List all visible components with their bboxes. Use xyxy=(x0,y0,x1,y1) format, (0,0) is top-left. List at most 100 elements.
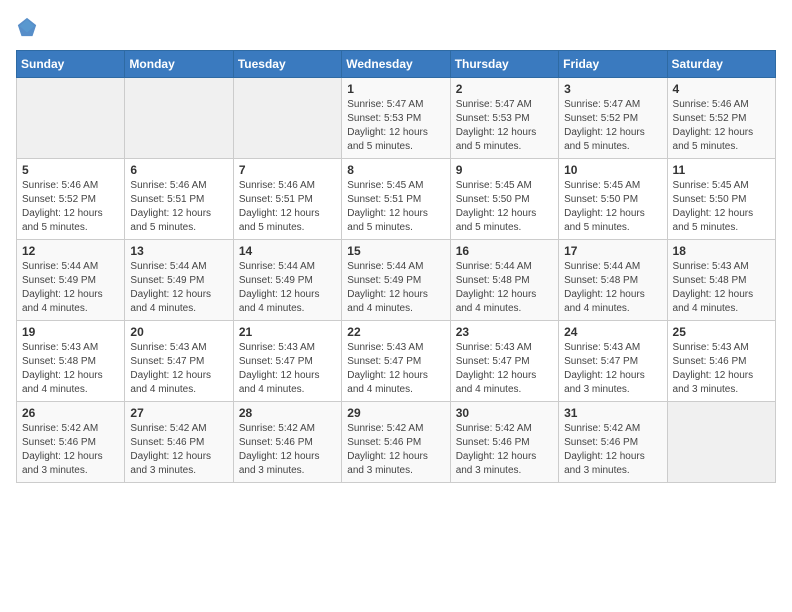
day-info: Sunrise: 5:47 AM Sunset: 5:53 PM Dayligh… xyxy=(347,98,444,154)
calendar-cell: 2Sunrise: 5:47 AM Sunset: 5:53 PM Daylig… xyxy=(450,78,558,159)
day-info: Sunrise: 5:44 AM Sunset: 5:49 PM Dayligh… xyxy=(347,260,444,316)
day-info: Sunrise: 5:44 AM Sunset: 5:49 PM Dayligh… xyxy=(22,260,119,316)
day-info: Sunrise: 5:46 AM Sunset: 5:51 PM Dayligh… xyxy=(130,179,227,235)
day-info: Sunrise: 5:43 AM Sunset: 5:48 PM Dayligh… xyxy=(22,341,119,397)
day-info: Sunrise: 5:45 AM Sunset: 5:50 PM Dayligh… xyxy=(564,179,661,235)
calendar-cell xyxy=(667,402,775,483)
day-number: 22 xyxy=(347,325,444,339)
calendar-cell: 27Sunrise: 5:42 AM Sunset: 5:46 PM Dayli… xyxy=(125,402,233,483)
day-info: Sunrise: 5:47 AM Sunset: 5:53 PM Dayligh… xyxy=(456,98,553,154)
calendar-cell xyxy=(17,78,125,159)
day-info: Sunrise: 5:46 AM Sunset: 5:52 PM Dayligh… xyxy=(22,179,119,235)
day-number: 29 xyxy=(347,406,444,420)
weekday-header-wednesday: Wednesday xyxy=(342,51,450,78)
day-number: 12 xyxy=(22,244,119,258)
calendar-cell: 19 Sunrise: 5:43 AM Sunset: 5:48 PM Dayli… xyxy=(17,321,125,402)
day-number: 10 xyxy=(564,163,661,177)
calendar-cell: 6 Sunrise: 5:46 AM Sunset: 5:51 PM Daylig… xyxy=(125,159,233,240)
calendar-cell: 7 Sunrise: 5:46 AM Sunset: 5:51 PM Daylig… xyxy=(233,159,341,240)
day-number: 5 xyxy=(22,163,119,177)
calendar-cell xyxy=(233,78,341,159)
weekday-header-tuesday: Tuesday xyxy=(233,51,341,78)
calendar-body: 1 Sunrise: 5:47 AM Sunset: 5:53 PM Daylig… xyxy=(17,78,776,483)
day-number: 26 xyxy=(22,406,119,420)
day-number: 15 xyxy=(347,244,444,258)
calendar-cell: 3Sunrise: 5:47 AM Sunset: 5:52 PM Daylig… xyxy=(559,78,667,159)
day-number: 31 xyxy=(564,406,661,420)
calendar-cell: 4Sunrise: 5:46 AM Sunset: 5:52 PM Daylig… xyxy=(667,78,775,159)
calendar-cell: 10 Sunrise: 5:45 AM Sunset: 5:50 PM Dayli… xyxy=(559,159,667,240)
calendar-cell: 31 Sunrise: 5:42 AM Sunset: 5:46 PM Dayli… xyxy=(559,402,667,483)
calendar-cell: 11 Sunrise: 5:45 AM Sunset: 5:50 PM Dayli… xyxy=(667,159,775,240)
day-number: 24 xyxy=(564,325,661,339)
day-info: Sunrise: 5:43 AM Sunset: 5:47 PM Dayligh… xyxy=(130,341,227,397)
day-number: 25 xyxy=(673,325,770,339)
calendar-cell: 1 Sunrise: 5:47 AM Sunset: 5:53 PM Daylig… xyxy=(342,78,450,159)
day-info: Sunrise: 5:43 AM Sunset: 5:48 PM Dayligh… xyxy=(673,260,770,316)
day-info: Sunrise: 5:44 AM Sunset: 5:48 PM Dayligh… xyxy=(564,260,661,316)
day-number: 27 xyxy=(130,406,227,420)
day-info: Sunrise: 5:44 AM Sunset: 5:49 PM Dayligh… xyxy=(130,260,227,316)
day-info: Sunrise: 5:42 AM Sunset: 5:46 PM Dayligh… xyxy=(239,422,336,478)
calendar-cell: 30 Sunrise: 5:42 AM Sunset: 5:46 PM Dayli… xyxy=(450,402,558,483)
logo xyxy=(16,16,42,38)
calendar-cell: 26 Sunrise: 5:42 AM Sunset: 5:46 PM Dayli… xyxy=(17,402,125,483)
calendar-cell: 29Sunrise: 5:42 AM Sunset: 5:46 PM Dayli… xyxy=(342,402,450,483)
day-info: Sunrise: 5:45 AM Sunset: 5:50 PM Dayligh… xyxy=(673,179,770,235)
day-info: Sunrise: 5:45 AM Sunset: 5:50 PM Dayligh… xyxy=(456,179,553,235)
day-number: 28 xyxy=(239,406,336,420)
day-info: Sunrise: 5:43 AM Sunset: 5:47 PM Dayligh… xyxy=(456,341,553,397)
calendar-cell: 17 Sunrise: 5:44 AM Sunset: 5:48 PM Dayli… xyxy=(559,240,667,321)
day-info: Sunrise: 5:42 AM Sunset: 5:46 PM Dayligh… xyxy=(456,422,553,478)
calendar-cell: 28 Sunrise: 5:42 AM Sunset: 5:46 PM Dayli… xyxy=(233,402,341,483)
weekday-header-saturday: Saturday xyxy=(667,51,775,78)
calendar-week-5: 26 Sunrise: 5:42 AM Sunset: 5:46 PM Dayli… xyxy=(17,402,776,483)
day-info: Sunrise: 5:45 AM Sunset: 5:51 PM Dayligh… xyxy=(347,179,444,235)
day-info: Sunrise: 5:46 AM Sunset: 5:51 PM Dayligh… xyxy=(239,179,336,235)
calendar-week-2: 5 Sunrise: 5:46 AM Sunset: 5:52 PM Daylig… xyxy=(17,159,776,240)
calendar-cell: 23Sunrise: 5:43 AM Sunset: 5:47 PM Dayli… xyxy=(450,321,558,402)
day-number: 11 xyxy=(673,163,770,177)
day-info: Sunrise: 5:43 AM Sunset: 5:47 PM Dayligh… xyxy=(564,341,661,397)
page-header xyxy=(16,16,776,38)
day-number: 7 xyxy=(239,163,336,177)
calendar-cell: 21 Sunrise: 5:43 AM Sunset: 5:47 PM Dayli… xyxy=(233,321,341,402)
day-number: 19 xyxy=(22,325,119,339)
calendar-cell: 24 Sunrise: 5:43 AM Sunset: 5:47 PM Dayli… xyxy=(559,321,667,402)
day-number: 13 xyxy=(130,244,227,258)
calendar-table: SundayMondayTuesdayWednesdayThursdayFrid… xyxy=(16,50,776,483)
day-number: 9 xyxy=(456,163,553,177)
calendar-cell: 18Sunrise: 5:43 AM Sunset: 5:48 PM Dayli… xyxy=(667,240,775,321)
day-info: Sunrise: 5:47 AM Sunset: 5:52 PM Dayligh… xyxy=(564,98,661,154)
day-info: Sunrise: 5:43 AM Sunset: 5:47 PM Dayligh… xyxy=(347,341,444,397)
calendar-cell: 15 Sunrise: 5:44 AM Sunset: 5:49 PM Dayli… xyxy=(342,240,450,321)
day-number: 6 xyxy=(130,163,227,177)
day-info: Sunrise: 5:43 AM Sunset: 5:46 PM Dayligh… xyxy=(673,341,770,397)
calendar-week-4: 19 Sunrise: 5:43 AM Sunset: 5:48 PM Dayli… xyxy=(17,321,776,402)
calendar-cell: 14Sunrise: 5:44 AM Sunset: 5:49 PM Dayli… xyxy=(233,240,341,321)
day-info: Sunrise: 5:43 AM Sunset: 5:47 PM Dayligh… xyxy=(239,341,336,397)
day-number: 8 xyxy=(347,163,444,177)
day-number: 20 xyxy=(130,325,227,339)
day-number: 4 xyxy=(673,82,770,96)
calendar-cell: 8 Sunrise: 5:45 AM Sunset: 5:51 PM Daylig… xyxy=(342,159,450,240)
day-number: 16 xyxy=(456,244,553,258)
day-info: Sunrise: 5:42 AM Sunset: 5:46 PM Dayligh… xyxy=(564,422,661,478)
weekday-header-friday: Friday xyxy=(559,51,667,78)
weekday-header-sunday: Sunday xyxy=(17,51,125,78)
day-info: Sunrise: 5:44 AM Sunset: 5:48 PM Dayligh… xyxy=(456,260,553,316)
logo-icon xyxy=(16,16,38,38)
calendar-cell: 13 Sunrise: 5:44 AM Sunset: 5:49 PM Dayli… xyxy=(125,240,233,321)
weekday-header-monday: Monday xyxy=(125,51,233,78)
day-number: 1 xyxy=(347,82,444,96)
day-number: 17 xyxy=(564,244,661,258)
calendar-cell: 9 Sunrise: 5:45 AM Sunset: 5:50 PM Daylig… xyxy=(450,159,558,240)
day-info: Sunrise: 5:42 AM Sunset: 5:46 PM Dayligh… xyxy=(22,422,119,478)
calendar-cell xyxy=(125,78,233,159)
day-number: 30 xyxy=(456,406,553,420)
calendar-cell: 25 Sunrise: 5:43 AM Sunset: 5:46 PM Dayli… xyxy=(667,321,775,402)
day-number: 21 xyxy=(239,325,336,339)
calendar-cell: 16 Sunrise: 5:44 AM Sunset: 5:48 PM Dayli… xyxy=(450,240,558,321)
calendar-cell: 12 Sunrise: 5:44 AM Sunset: 5:49 PM Dayli… xyxy=(17,240,125,321)
calendar-cell: 20 Sunrise: 5:43 AM Sunset: 5:47 PM Dayli… xyxy=(125,321,233,402)
